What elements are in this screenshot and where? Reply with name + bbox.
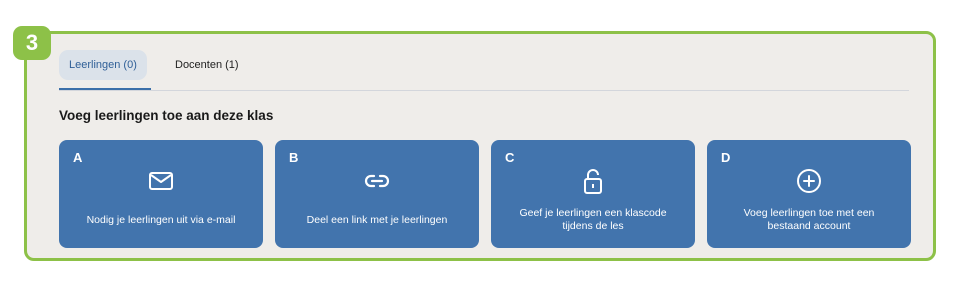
card-label: Nodig je leerlingen uit via e-mail xyxy=(86,213,236,226)
class-code-button[interactable]: C Geef je leerlingen een klascode tijden… xyxy=(491,140,695,248)
card-label: Voeg leerlingen toe met een bestaand acc… xyxy=(743,207,875,232)
tab-leerlingen[interactable]: Leerlingen (0) xyxy=(59,50,147,80)
card-letter: D xyxy=(721,150,731,165)
add-students-panel: Leerlingen (0) Docenten (1) Voeg leerlin… xyxy=(24,31,936,261)
tab-docenten-label: Docenten (1) xyxy=(175,59,239,71)
add-options: A Nodig je leerlingen uit via e-mail B D… xyxy=(59,140,911,248)
tab-leerlingen-label: Leerlingen (0) xyxy=(69,59,137,71)
tab-bar: Leerlingen (0) Docenten (1) xyxy=(59,50,909,91)
card-letter: B xyxy=(289,150,299,165)
plus-circle-icon xyxy=(794,166,824,196)
card-letter: A xyxy=(73,150,83,165)
step-number-badge: 3 xyxy=(13,26,51,60)
step-number: 3 xyxy=(25,30,39,55)
card-label: Deel een link met je leerlingen xyxy=(306,213,448,226)
link-icon xyxy=(362,166,392,196)
active-tab-indicator xyxy=(59,88,151,90)
tab-docenten[interactable]: Docenten (1) xyxy=(165,50,249,80)
share-link-button[interactable]: B Deel een link met je leerlingen xyxy=(275,140,479,248)
card-label: Geef je leerlingen een klascode tijdens … xyxy=(519,207,667,232)
card-letter: C xyxy=(505,150,515,165)
unlock-icon xyxy=(578,166,608,196)
section-title: Voeg leerlingen toe aan deze klas xyxy=(59,108,274,123)
invite-by-email-button[interactable]: A Nodig je leerlingen uit via e-mail xyxy=(59,140,263,248)
mail-icon xyxy=(146,166,176,196)
existing-account-button[interactable]: D Voeg leerlingen toe met een bestaand a… xyxy=(707,140,911,248)
